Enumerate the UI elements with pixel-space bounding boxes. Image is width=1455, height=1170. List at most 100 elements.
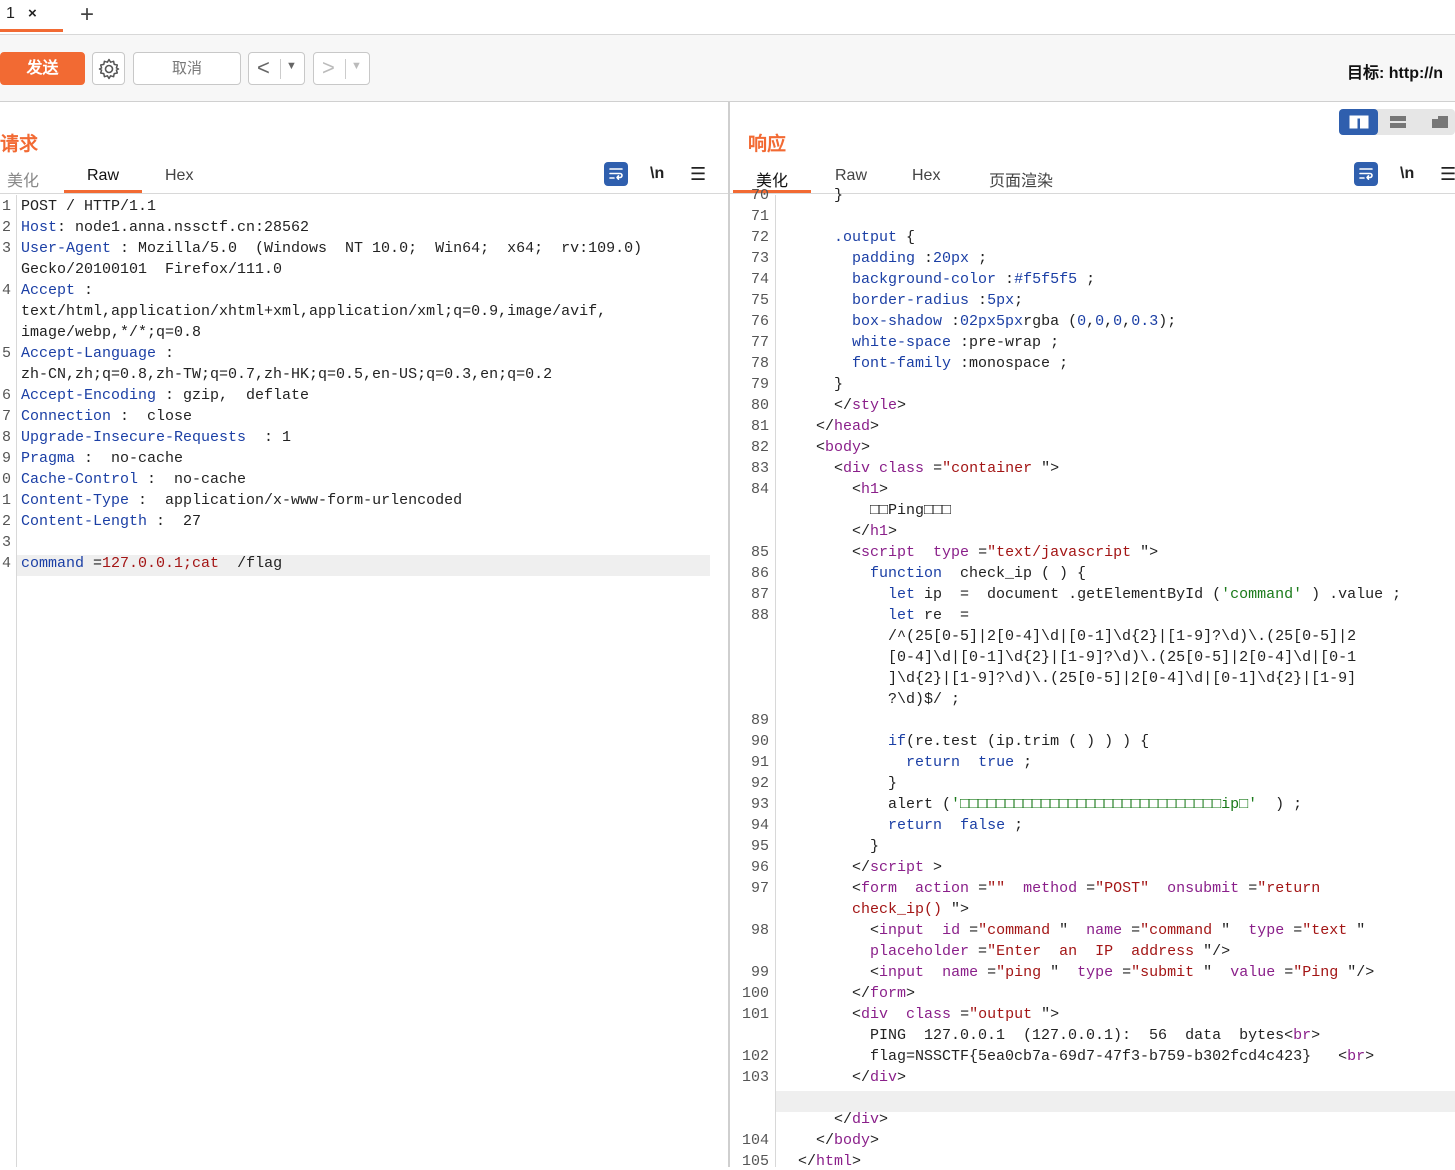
code-line: border-radius :5px; <box>852 292 1024 309</box>
header-name: User-Agent <box>21 240 112 257</box>
forward-arrow-icon: > <box>322 55 335 80</box>
code-line: Accept : <box>21 282 93 299</box>
code-line: Gecko/20100101 Firefox/111.0 <box>21 261 283 278</box>
line-number: 97 <box>750 880 769 897</box>
header-name: Pragma <box>21 450 76 467</box>
line-number: 9 <box>1 450 11 467</box>
line-number: 85 <box>750 544 769 561</box>
header-value: : 1 <box>246 429 292 446</box>
code-line: <div class ="output "> <box>780 1006 1060 1023</box>
tab-strip: 1 × + <box>0 0 1455 35</box>
code-line: PING 127.0.0.1 (127.0.0.1): 56 data byte… <box>780 1027 1321 1044</box>
settings-button[interactable] <box>92 52 125 85</box>
header-name: Accept-Language <box>21 345 157 362</box>
menu-icon[interactable]: ☰ <box>690 164 706 185</box>
line-number: 84 <box>750 481 769 498</box>
cancel-button[interactable]: 取消 <box>133 52 241 85</box>
layout-horizontal-button[interactable] <box>1389 115 1407 134</box>
line-number: 82 <box>750 439 769 456</box>
code-line: Connection : close <box>21 408 192 425</box>
request-tab-1[interactable]: 1 × <box>0 0 63 32</box>
code-line: User-Agent : Mozilla/5.0 (Windows NT 10.… <box>21 240 642 257</box>
code-line: </script > <box>780 859 943 876</box>
current-line-highlight <box>776 1091 1455 1112</box>
layout-tabs-icon <box>1432 116 1448 128</box>
forward-button[interactable]: > ▼ <box>313 52 370 85</box>
menu-icon[interactable]: ☰ <box>1440 164 1455 185</box>
tab-raw[interactable]: Raw <box>835 167 867 185</box>
close-tab-icon[interactable]: × <box>28 5 37 22</box>
request-title: 请求 <box>0 134 39 155</box>
line-number: 86 <box>750 565 769 582</box>
code-line: let ip = document .getElementById ('comm… <box>888 586 1402 603</box>
line-number: 5 <box>1 345 11 362</box>
code-line: POST / HTTP/1.1 <box>21 198 157 215</box>
line-number: 71 <box>750 208 769 225</box>
tab-pretty[interactable]: 美化 <box>7 167 39 191</box>
layout-toggle-group <box>1339 109 1455 135</box>
code-line: check_ip() "> <box>780 901 970 918</box>
code-line: } <box>780 187 844 204</box>
newline-toggle[interactable]: \n <box>650 165 664 183</box>
tab-hex[interactable]: Hex <box>912 167 940 185</box>
layout-tabs-button[interactable] <box>1431 115 1449 134</box>
code-line: placeholder ="Enter an IP address "/> <box>870 943 1231 960</box>
line-number: 4 <box>1 555 11 572</box>
back-button[interactable]: < ▼ <box>248 52 305 85</box>
code-line: </form> <box>780 985 916 1002</box>
header-name: Cache-Control <box>21 471 139 488</box>
line-number: 103 <box>741 1069 769 1086</box>
line-number: 96 <box>750 859 769 876</box>
line-number: 3 <box>1 534 11 551</box>
wrap-icon[interactable] <box>1354 162 1378 186</box>
code-line: background-color :#f5f5f5 ; <box>852 271 1096 288</box>
code-line: } <box>780 775 898 792</box>
code-line: ?\d)$/ ; <box>780 691 961 708</box>
code-line: white-space :pre-wrap ; <box>852 334 1060 351</box>
code-line: zh-CN,zh;q=0.8,zh-TW;q=0.7,zh-HK;q=0.5,e… <box>21 366 553 383</box>
target-label: 目标: http://n <box>1347 65 1443 82</box>
wrap-icon[interactable] <box>604 162 628 186</box>
line-number: 105 <box>741 1153 769 1170</box>
code-line: text/html,application/xhtml+xml,applicat… <box>21 303 607 320</box>
header-name: Accept <box>21 282 76 299</box>
line-number: 87 <box>750 586 769 603</box>
line-number: 89 <box>750 712 769 729</box>
code-line: <input id ="command " name ="command " t… <box>780 922 1366 939</box>
code-line: } <box>780 376 844 393</box>
back-arrow-icon: < <box>257 55 270 80</box>
code-line: [0-4]\d|[0-1]\d{2}|[1-9]?\d)\.(25[0-5]|2… <box>780 649 1357 666</box>
code-line: return true ; <box>906 754 1033 771</box>
chevron-down-icon[interactable]: ▼ <box>351 60 362 72</box>
line-number: 3 <box>1 240 11 257</box>
line-number: 1 <box>1 492 11 509</box>
line-number: 99 <box>750 964 769 981</box>
tab-render[interactable]: 页面渲染 <box>989 167 1053 191</box>
divider <box>345 59 346 79</box>
header-name: command <box>21 555 85 572</box>
code-line: Content-Length : 27 <box>21 513 201 530</box>
line-number: 7 <box>1 408 11 425</box>
add-tab-button[interactable]: + <box>80 1 94 29</box>
line-number: 83 <box>750 460 769 477</box>
code-line: padding :20px ; <box>852 250 988 267</box>
code-line: </h1> <box>780 523 898 540</box>
divider <box>280 59 281 79</box>
layout-split-button[interactable] <box>1339 109 1378 135</box>
header-value: : <box>156 345 175 362</box>
tab-hex[interactable]: Hex <box>165 167 193 185</box>
line-number: 2 <box>1 219 11 236</box>
header-value: : 27 <box>147 513 202 530</box>
tab-label: 1 <box>6 5 15 22</box>
send-button[interactable]: 发送 <box>0 52 85 85</box>
code-line: </style> <box>780 397 907 414</box>
header-value: : no-cache <box>75 450 184 467</box>
newline-toggle[interactable]: \n <box>1400 165 1414 183</box>
line-number: 2 <box>1 513 11 530</box>
line-number: 88 <box>750 607 769 624</box>
line-number: 95 <box>750 838 769 855</box>
code-line: if(re.test (ip.trim ( ) ) ) { <box>888 733 1150 750</box>
chevron-down-icon[interactable]: ▼ <box>286 60 297 72</box>
code-line: function check_ip ( ) { <box>870 565 1087 582</box>
tab-raw[interactable]: Raw <box>87 167 119 185</box>
